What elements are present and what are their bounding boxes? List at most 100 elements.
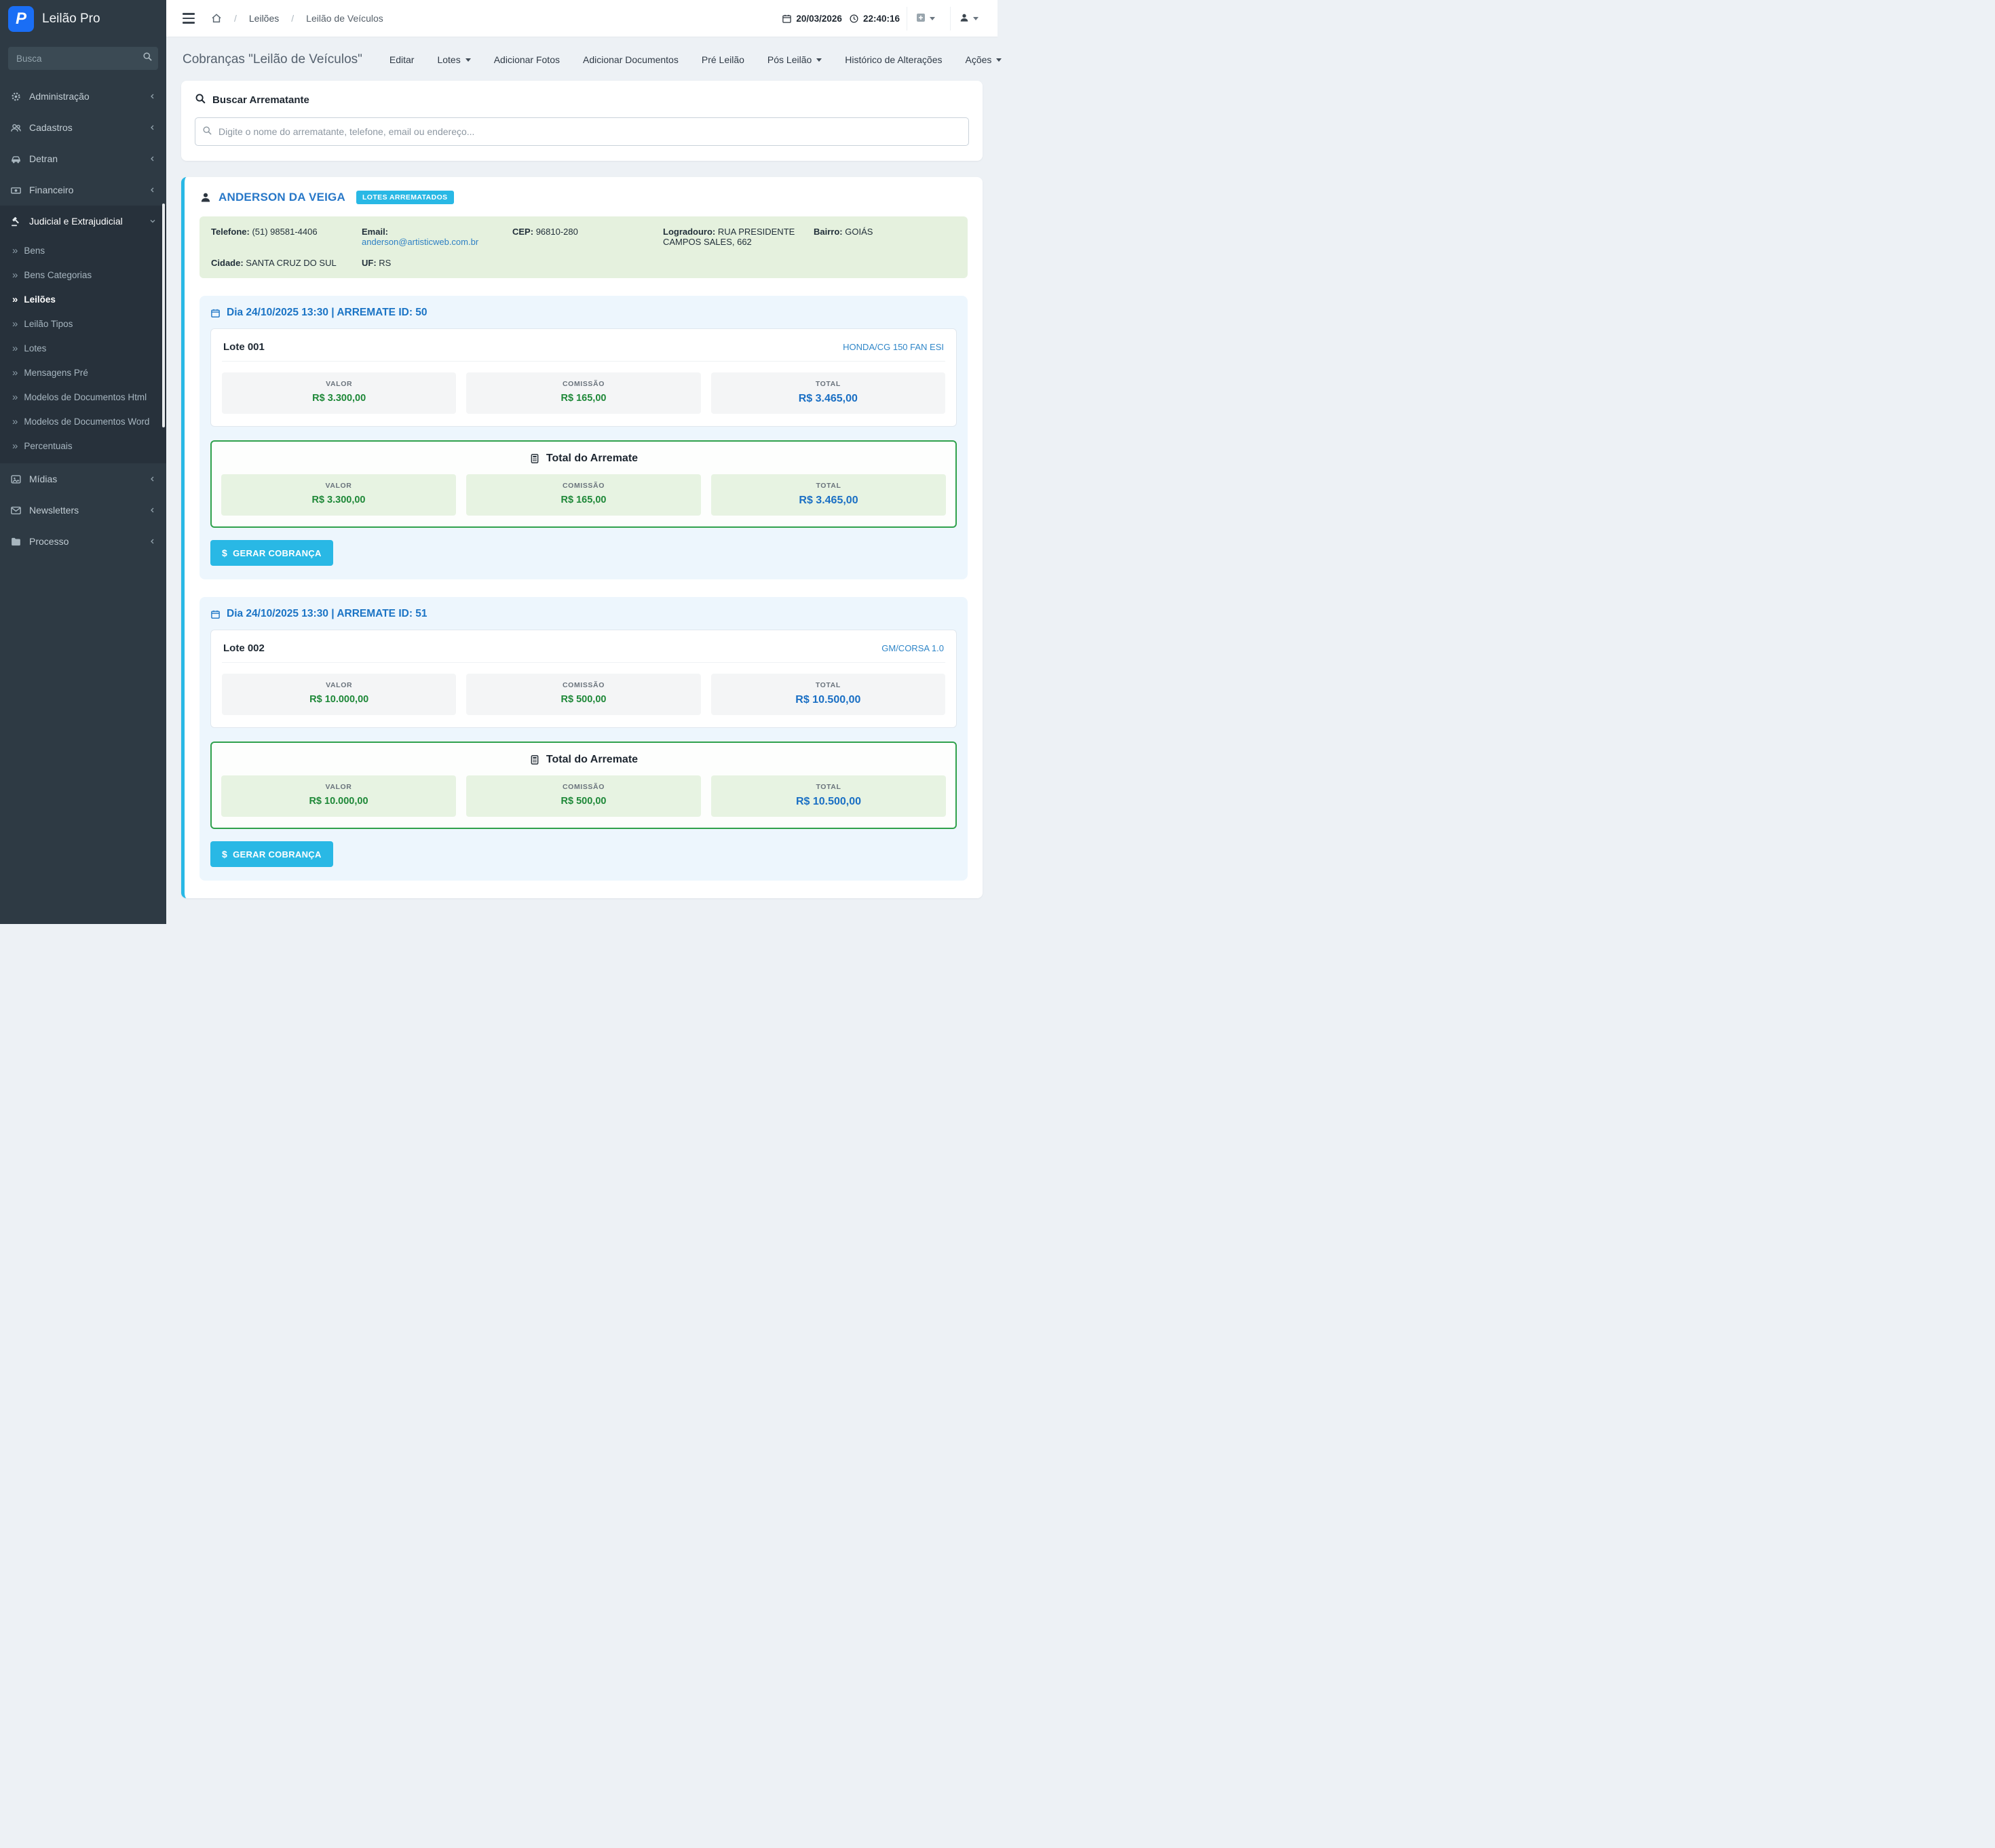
gerar-cobranca-button[interactable]: $ GERAR COBRANÇA xyxy=(210,540,333,566)
double-angle-icon: » xyxy=(12,440,18,452)
sidebar-item-label: Administração xyxy=(29,91,90,102)
sidebar-item-administracao[interactable]: Administração xyxy=(0,81,166,112)
sidebar-item-percentuais[interactable]: » Percentuais xyxy=(0,434,166,458)
vehicle-link[interactable]: GM/CORSA 1.0 xyxy=(881,643,944,653)
double-angle-icon: » xyxy=(12,342,18,354)
lotes-arrematados-badge: LOTES ARREMATADOS xyxy=(356,191,454,204)
sidebar-subitem-label: Leilões xyxy=(24,294,56,305)
acoes-dropdown[interactable]: Ações xyxy=(965,54,1002,65)
breadcrumb-leilao-de-veiculos: Leilão de Veículos xyxy=(306,13,383,24)
current-time: 22:40:16 xyxy=(849,14,900,24)
gerar-cobranca-label: GERAR COBRANÇA xyxy=(233,547,322,558)
arremate-heading: Dia 24/10/2025 13:30 | ARREMATE ID: 50 xyxy=(210,307,957,319)
sidebar-subitem-label: Leilão Tipos xyxy=(24,318,73,329)
sidebar-item-lotes[interactable]: » Lotes xyxy=(0,336,166,360)
adicionar-documentos-button[interactable]: Adicionar Documentos xyxy=(583,54,679,65)
person-icon xyxy=(200,191,212,204)
quick-add-button[interactable] xyxy=(907,6,943,31)
double-angle-icon: » xyxy=(12,366,18,379)
folder-icon xyxy=(10,536,22,547)
total-arremate-title: Total do Arremate xyxy=(221,754,946,766)
current-date: 20/03/2026 xyxy=(782,14,842,24)
contact-cidade: Cidade: SANTA CRUZ DO SUL xyxy=(211,258,337,268)
valor-value: R$ 3.300,00 xyxy=(311,495,366,505)
sidebar-item-judicial-e-extrajudicial[interactable]: Judicial e Extrajudicial xyxy=(0,206,166,237)
sidebar-item-midias[interactable]: Mídias xyxy=(0,463,166,495)
sidebar-item-label: Cadastros xyxy=(29,122,73,133)
valor-stat: VALOR R$ 10.000,00 xyxy=(222,674,457,715)
sidebar-item-bens-categorias[interactable]: » Bens Categorias xyxy=(0,263,166,287)
valor-stat: VALOR R$ 10.000,00 xyxy=(221,775,456,817)
calendar-icon xyxy=(782,14,792,24)
historico-alteracoes-button[interactable]: Histórico de Alterações xyxy=(845,54,942,65)
app-logo[interactable]: P xyxy=(8,5,34,32)
pos-leilao-dropdown[interactable]: Pós Leilão xyxy=(767,54,822,65)
sidebar-item-label: Processo xyxy=(29,536,69,547)
user-menu-button[interactable] xyxy=(950,6,987,31)
chevron-left-icon xyxy=(149,155,157,163)
total-value: R$ 3.465,00 xyxy=(798,393,858,404)
comissao-label: COMISSÃO xyxy=(563,783,605,791)
editar-button[interactable]: Editar xyxy=(390,54,415,65)
date-text: 20/03/2026 xyxy=(796,13,842,24)
car-icon xyxy=(10,153,22,165)
chevron-left-icon xyxy=(149,186,157,194)
sidebar-item-detran[interactable]: Detran xyxy=(0,143,166,174)
gerar-cobranca-button[interactable]: $ GERAR COBRANÇA xyxy=(210,841,333,867)
sidebar-item-processo[interactable]: Processo xyxy=(0,526,166,557)
caret-down-icon xyxy=(996,58,1002,62)
sidebar-scrollbar[interactable] xyxy=(162,204,165,427)
home-icon[interactable] xyxy=(211,13,222,24)
page-toolbar: Cobranças "Leilão de Veículos" Editar Lo… xyxy=(183,52,1002,67)
sidebar-subitem-label: Modelos de Documentos Html xyxy=(24,391,147,402)
users-icon xyxy=(10,122,22,134)
breadcrumb-separator: / xyxy=(234,13,237,24)
total-arremate-title-text: Total do Arremate xyxy=(546,754,639,765)
sidebar-item-modelos-documentos-html[interactable]: » Modelos de Documentos Html xyxy=(0,385,166,409)
calendar-icon xyxy=(210,609,221,619)
sidebar-search-input[interactable] xyxy=(8,47,158,70)
pre-leilao-button[interactable]: Pré Leilão xyxy=(702,54,744,65)
search-title-text: Buscar Arrematante xyxy=(212,94,309,106)
contact-uf: UF: RS xyxy=(362,258,392,268)
sidebar-item-cadastros[interactable]: Cadastros xyxy=(0,112,166,143)
search-icon xyxy=(202,126,212,138)
lote-card: Lote 001 HONDA/CG 150 FAN ESI VALOR R$ 3… xyxy=(210,328,957,427)
comissao-stat: COMISSÃO R$ 500,00 xyxy=(466,674,701,715)
total-arremate-title-text: Total do Arremate xyxy=(546,453,639,464)
lote-stats: VALOR R$ 3.300,00 COMISSÃO R$ 165,00 TOT… xyxy=(222,372,945,414)
total-arremate-box: Total do Arremate VALOR R$ 3.300,00 COMI… xyxy=(210,440,957,528)
gavel-icon xyxy=(10,216,22,227)
sidebar-item-bens[interactable]: » Bens xyxy=(0,238,166,263)
double-angle-icon: » xyxy=(12,391,18,403)
vehicle-link[interactable]: HONDA/CG 150 FAN ESI xyxy=(843,342,944,352)
sidebar-item-leiloes[interactable]: » Leilões xyxy=(0,287,166,311)
total-stat: TOTAL R$ 3.465,00 xyxy=(711,474,946,516)
total-label: TOTAL xyxy=(815,681,841,689)
breadcrumb-leiloes[interactable]: Leilões xyxy=(249,13,279,24)
sidebar-search xyxy=(8,47,158,70)
app-logo-letter: P xyxy=(15,9,26,28)
sidebar-item-financeiro[interactable]: Financeiro xyxy=(0,174,166,206)
sidebar-item-modelos-documentos-word[interactable]: » Modelos de Documentos Word xyxy=(0,409,166,434)
sidebar-item-leilao-tipos[interactable]: » Leilão Tipos xyxy=(0,311,166,336)
sidebar-item-mensagens-pre[interactable]: » Mensagens Pré xyxy=(0,360,166,385)
sidebar-search-button[interactable] xyxy=(142,52,153,64)
sidebar-subitem-label: Modelos de Documentos Word xyxy=(24,416,150,427)
sidebar-item-newsletters[interactable]: Newsletters xyxy=(0,495,166,526)
total-stat: TOTAL R$ 10.500,00 xyxy=(711,775,946,817)
comissao-stat: COMISSÃO R$ 165,00 xyxy=(466,474,701,516)
sidebar-header: P Leilão Pro xyxy=(0,0,166,37)
sidebar: P Leilão Pro Administração Cadastros xyxy=(0,0,166,924)
buscar-arrematante-input[interactable] xyxy=(195,117,969,146)
comissao-value: R$ 500,00 xyxy=(560,694,607,705)
valor-label: VALOR xyxy=(325,783,352,791)
total-arremate-box: Total do Arremate VALOR R$ 10.000,00 COM… xyxy=(210,742,957,829)
lotes-dropdown[interactable]: Lotes xyxy=(437,54,471,65)
hamburger-menu-icon[interactable] xyxy=(177,9,200,28)
contact-telefone: Telefone: (51) 98581-4406 xyxy=(211,227,318,237)
adicionar-fotos-button[interactable]: Adicionar Fotos xyxy=(494,54,560,65)
content: Cobranças "Leilão de Veículos" Editar Lo… xyxy=(166,37,1002,924)
email-link[interactable]: anderson@artisticweb.com.br xyxy=(362,237,478,247)
sidebar-nav: Administração Cadastros Detran Financeir… xyxy=(0,81,166,557)
